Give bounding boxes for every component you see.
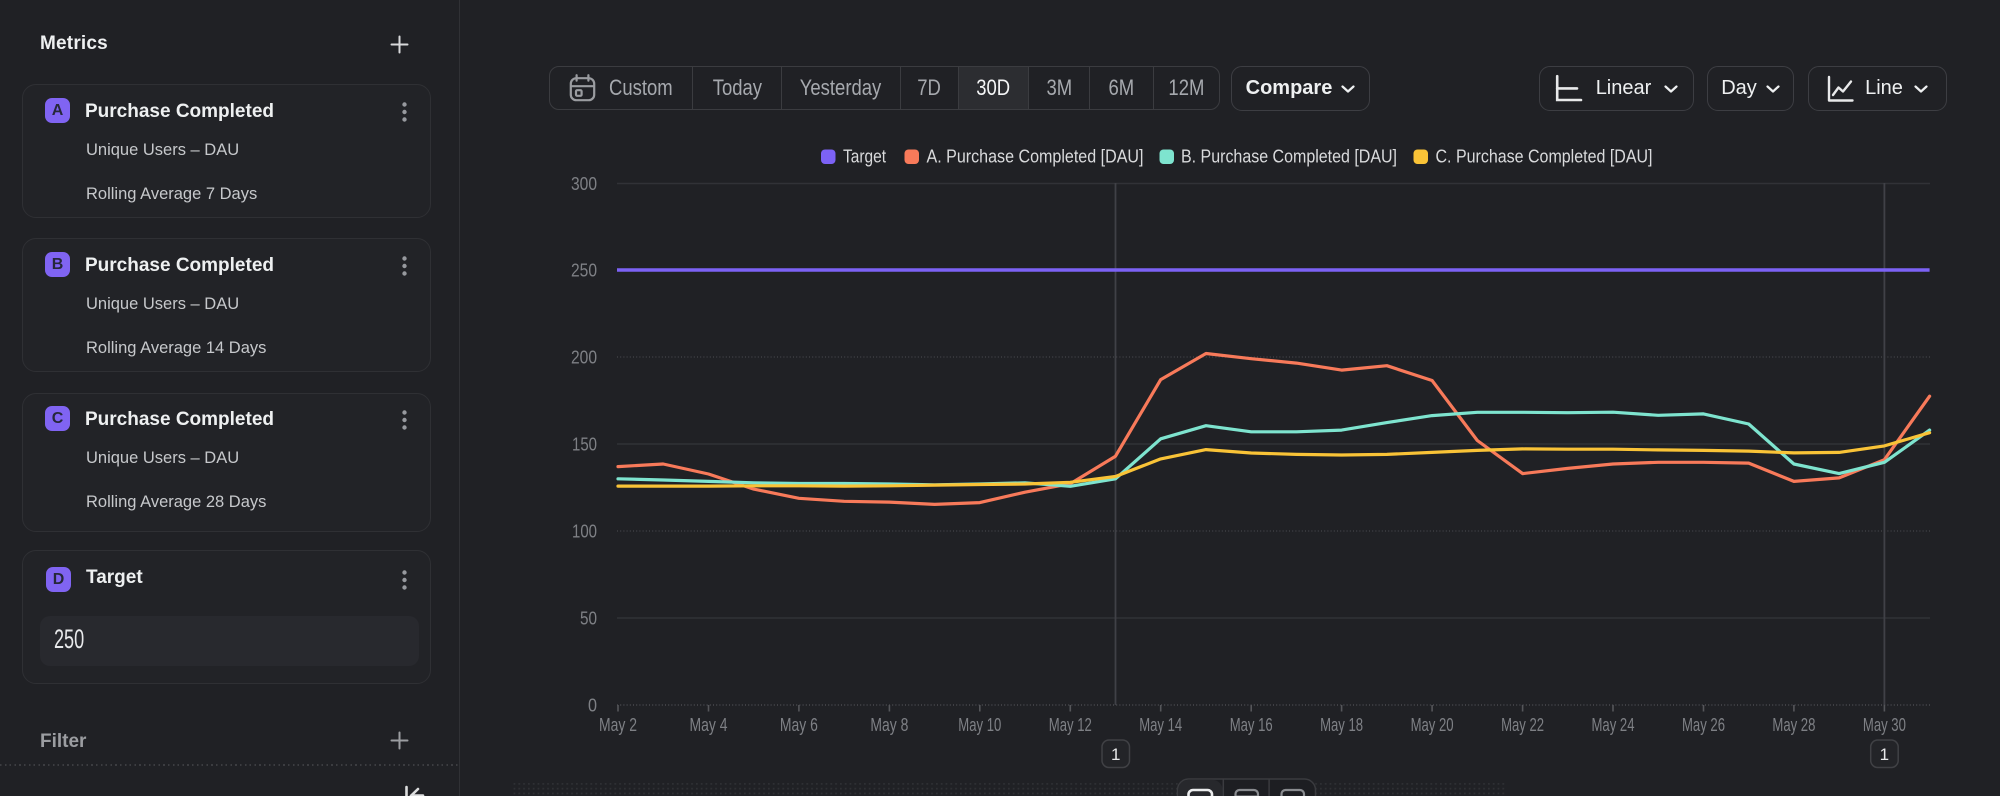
svg-text:50: 50 <box>580 609 597 629</box>
svg-text:A. Purchase Completed [DAU]: A. Purchase Completed [DAU] <box>927 147 1144 167</box>
svg-text:Target: Target <box>843 147 886 167</box>
svg-text:May 18: May 18 <box>1320 715 1363 735</box>
svg-text:300: 300 <box>571 174 597 194</box>
svg-text:B. Purchase Completed [DAU]: B. Purchase Completed [DAU] <box>1181 147 1397 167</box>
svg-text:0: 0 <box>588 696 597 716</box>
svg-text:May 8: May 8 <box>870 715 908 735</box>
svg-text:May 26: May 26 <box>1682 715 1725 735</box>
svg-text:May 4: May 4 <box>690 715 728 735</box>
svg-text:May 22: May 22 <box>1501 715 1544 735</box>
svg-text:May 6: May 6 <box>780 715 818 735</box>
svg-text:200: 200 <box>571 348 597 368</box>
svg-text:May 2: May 2 <box>599 715 637 735</box>
svg-text:May 14: May 14 <box>1139 715 1182 735</box>
svg-text:May 24: May 24 <box>1592 715 1635 735</box>
svg-text:May 16: May 16 <box>1230 715 1273 735</box>
svg-text:May 12: May 12 <box>1049 715 1092 735</box>
svg-text:C. Purchase Completed [DAU]: C. Purchase Completed [DAU] <box>1436 147 1653 167</box>
svg-text:100: 100 <box>572 522 597 542</box>
svg-text:1: 1 <box>1111 745 1120 764</box>
svg-text:May 10: May 10 <box>958 715 1001 735</box>
svg-text:May 28: May 28 <box>1772 715 1815 735</box>
svg-text:May 20: May 20 <box>1411 715 1454 735</box>
svg-text:250: 250 <box>571 261 597 281</box>
svg-text:1: 1 <box>1880 745 1889 764</box>
svg-text:150: 150 <box>572 435 597 455</box>
svg-text:May 30: May 30 <box>1863 715 1906 735</box>
